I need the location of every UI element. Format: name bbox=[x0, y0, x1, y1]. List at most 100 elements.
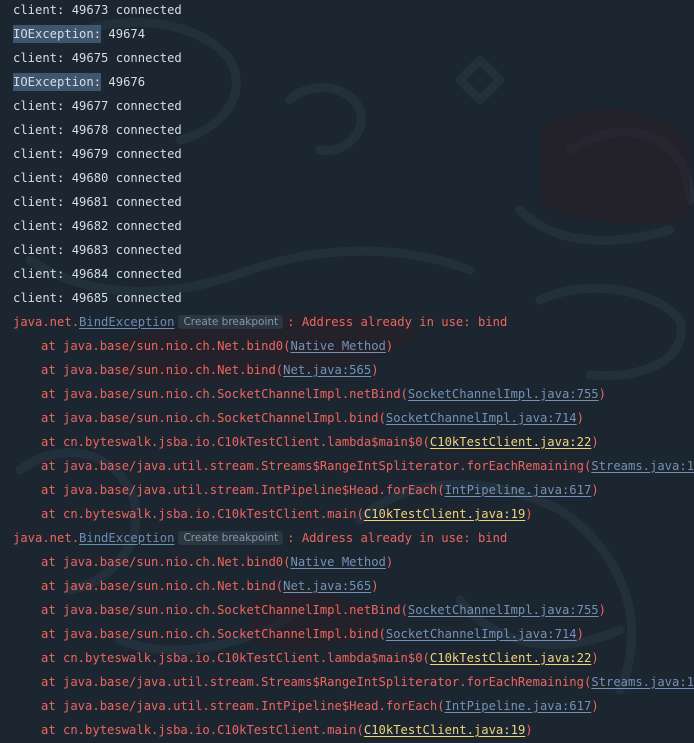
source-link[interactable]: Native Method bbox=[290, 555, 385, 569]
connected-suffix: connected bbox=[108, 3, 182, 17]
client-port: 49674 bbox=[101, 27, 146, 41]
exception-class-link[interactable]: BindException bbox=[79, 531, 174, 545]
client-prefix: client: bbox=[13, 267, 72, 281]
connected-suffix: connected bbox=[108, 51, 182, 65]
stack-frame-line: at java.base/java.util.stream.IntPipelin… bbox=[41, 478, 599, 502]
stack-frame-text: at java.base/sun.nio.ch.Net.bind0( bbox=[41, 339, 291, 353]
exception-message: : Address already in use: bind bbox=[287, 315, 508, 329]
client-connected-line: client: 49683 connected bbox=[13, 238, 182, 262]
client-connected-line: client: 49681 connected bbox=[13, 190, 182, 214]
exception-package: java.net. bbox=[13, 531, 80, 545]
stack-frame-close: ) bbox=[371, 579, 379, 593]
source-link[interactable]: Streams.java:104 bbox=[591, 675, 694, 689]
exception-header-line: java.net.BindException Create breakpoint:… bbox=[13, 526, 507, 550]
source-link[interactable]: Net.java:565 bbox=[283, 363, 371, 377]
connected-suffix: connected bbox=[108, 219, 182, 233]
io-exception-line: IOException: 49676 bbox=[13, 70, 145, 94]
stack-frame-close: ) bbox=[525, 507, 533, 521]
stack-frame-line: at java.base/sun.nio.ch.SocketChannelImp… bbox=[41, 406, 584, 430]
stack-frame-line: at cn.byteswalk.jsba.io.C10kTestClient.m… bbox=[41, 718, 533, 742]
client-prefix: client: bbox=[13, 3, 72, 17]
stack-frame-text: at java.base/sun.nio.ch.SocketChannelImp… bbox=[41, 411, 386, 425]
connected-suffix: connected bbox=[108, 123, 182, 137]
connected-suffix: connected bbox=[108, 267, 182, 281]
source-link[interactable]: Streams.java:104 bbox=[591, 459, 694, 473]
client-port: 49685 bbox=[71, 291, 109, 305]
client-connected-line: client: 49680 connected bbox=[13, 166, 182, 190]
client-prefix: client: bbox=[13, 99, 72, 113]
io-exception-label[interactable]: IOException: bbox=[13, 73, 102, 91]
connected-suffix: connected bbox=[108, 291, 182, 305]
stack-frame-line: at java.base/sun.nio.ch.SocketChannelImp… bbox=[41, 598, 606, 622]
io-exception-line: IOException: 49674 bbox=[13, 22, 145, 46]
client-port: 49678 bbox=[71, 123, 109, 137]
stack-frame-line: at java.base/java.util.stream.Streams$Ra… bbox=[41, 454, 694, 478]
client-port: 49675 bbox=[71, 51, 109, 65]
run-console-output[interactable]: client: 49673 connected IOException: 4967… bbox=[0, 0, 694, 743]
exception-header-line: java.net.BindException Create breakpoint:… bbox=[13, 310, 507, 334]
client-prefix: client: bbox=[13, 123, 72, 137]
source-link[interactable]: IntPipeline.java:617 bbox=[445, 699, 592, 713]
stack-frame-text: at java.base/sun.nio.ch.Net.bind( bbox=[41, 363, 284, 377]
client-port: 49683 bbox=[71, 243, 109, 257]
stack-frame-close: ) bbox=[591, 435, 599, 449]
stack-frame-line: at cn.byteswalk.jsba.io.C10kTestClient.l… bbox=[41, 646, 599, 670]
stack-frame-line: at java.base/sun.nio.ch.Net.bind0(Native… bbox=[41, 334, 393, 358]
stack-frame-text: at java.base/sun.nio.ch.SocketChannelImp… bbox=[41, 387, 408, 401]
stack-frame-line: at java.base/java.util.stream.Streams$Ra… bbox=[41, 670, 694, 694]
stack-frame-text: at java.base/sun.nio.ch.Net.bind( bbox=[41, 579, 284, 593]
stack-frame-close: ) bbox=[576, 411, 584, 425]
client-port: 49673 bbox=[71, 3, 109, 17]
exception-class-link[interactable]: BindException bbox=[79, 315, 174, 329]
stack-frame-line: at java.base/sun.nio.ch.SocketChannelImp… bbox=[41, 382, 606, 406]
client-connected-line: client: 49675 connected bbox=[13, 46, 182, 70]
client-port: 49681 bbox=[71, 195, 109, 209]
create-breakpoint-button[interactable]: Create breakpoint bbox=[178, 531, 284, 545]
source-link[interactable]: C10kTestClient.java:22 bbox=[430, 651, 591, 665]
stack-frame-text: at cn.byteswalk.jsba.io.C10kTestClient.l… bbox=[41, 435, 430, 449]
io-exception-label[interactable]: IOException: bbox=[13, 25, 102, 43]
client-connected-line: client: 49678 connected bbox=[13, 118, 182, 142]
connected-suffix: connected bbox=[108, 99, 182, 113]
connected-suffix: connected bbox=[108, 243, 182, 257]
stack-frame-line: at cn.byteswalk.jsba.io.C10kTestClient.l… bbox=[41, 430, 599, 454]
source-link[interactable]: SocketChannelImpl.java:755 bbox=[408, 603, 599, 617]
stack-frame-text: at cn.byteswalk.jsba.io.C10kTestClient.m… bbox=[41, 507, 364, 521]
create-breakpoint-button[interactable]: Create breakpoint bbox=[178, 315, 284, 329]
stack-frame-close: ) bbox=[371, 363, 379, 377]
stack-frame-line: at java.base/sun.nio.ch.Net.bind0(Native… bbox=[41, 550, 393, 574]
stack-frame-line: at java.base/java.util.stream.IntPipelin… bbox=[41, 694, 599, 718]
source-link[interactable]: SocketChannelImpl.java:714 bbox=[386, 627, 577, 641]
stack-frame-close: ) bbox=[591, 483, 599, 497]
client-connected-line: client: 49677 connected bbox=[13, 94, 182, 118]
stack-frame-text: at java.base/java.util.stream.Streams$Ra… bbox=[41, 459, 592, 473]
source-link[interactable]: C10kTestClient.java:22 bbox=[430, 435, 591, 449]
client-connected-line: client: 49684 connected bbox=[13, 262, 182, 286]
client-connected-line: client: 49685 connected bbox=[13, 286, 182, 310]
client-port: 49679 bbox=[71, 147, 109, 161]
source-link[interactable]: IntPipeline.java:617 bbox=[445, 483, 592, 497]
source-link[interactable]: Net.java:565 bbox=[283, 579, 371, 593]
source-link[interactable]: C10kTestClient.java:19 bbox=[364, 507, 525, 521]
client-port: 49680 bbox=[71, 171, 109, 185]
source-link[interactable]: Native Method bbox=[290, 339, 385, 353]
source-link[interactable]: SocketChannelImpl.java:755 bbox=[408, 387, 599, 401]
stack-frame-text: at java.base/java.util.stream.Streams$Ra… bbox=[41, 675, 592, 689]
client-connected-line: client: 49682 connected bbox=[13, 214, 182, 238]
stack-frame-close: ) bbox=[385, 555, 394, 569]
stack-frame-text: at cn.byteswalk.jsba.io.C10kTestClient.m… bbox=[41, 723, 364, 737]
stack-frame-text: at java.base/sun.nio.ch.SocketChannelImp… bbox=[41, 603, 408, 617]
client-prefix: client: bbox=[13, 291, 72, 305]
stack-frame-close: ) bbox=[576, 627, 584, 641]
source-link[interactable]: SocketChannelImpl.java:714 bbox=[386, 411, 577, 425]
stack-frame-close: ) bbox=[591, 651, 599, 665]
source-link[interactable]: C10kTestClient.java:19 bbox=[364, 723, 525, 737]
stack-frame-close: ) bbox=[591, 699, 599, 713]
exception-package: java.net. bbox=[13, 315, 80, 329]
client-prefix: client: bbox=[13, 51, 72, 65]
stack-frame-text: at cn.byteswalk.jsba.io.C10kTestClient.l… bbox=[41, 651, 430, 665]
client-prefix: client: bbox=[13, 219, 72, 233]
stack-frame-text: at java.base/sun.nio.ch.SocketChannelImp… bbox=[41, 627, 386, 641]
client-port: 49682 bbox=[71, 219, 109, 233]
connected-suffix: connected bbox=[108, 195, 182, 209]
